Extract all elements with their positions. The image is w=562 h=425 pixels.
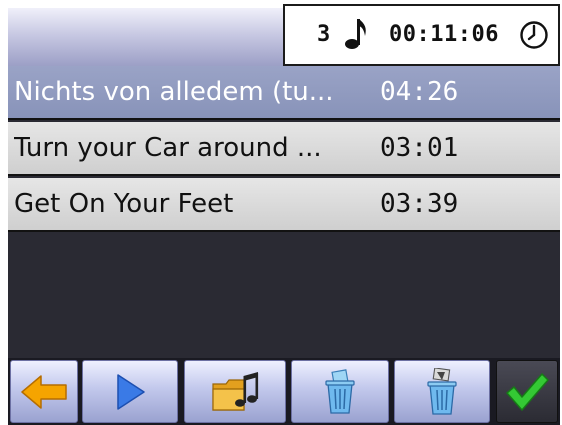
playlist: Nichts von alledem (tu... 04:26 Turn you… xyxy=(8,66,560,358)
header-bar xyxy=(8,8,283,66)
track-duration: 03:01 xyxy=(380,133,459,163)
play-button[interactable] xyxy=(82,360,178,423)
clock-icon xyxy=(520,21,548,49)
delete-all-button[interactable] xyxy=(394,360,490,423)
playlist-row-1[interactable]: Nichts von alledem (tu... 04:26 xyxy=(8,66,560,120)
trash-all-icon xyxy=(427,367,457,415)
track-title: Turn your Car around ... xyxy=(14,133,322,163)
playlist-summary: 3 00:11:06 xyxy=(283,4,560,66)
music-note-icon xyxy=(345,19,366,49)
track-title: Nichts von alledem (tu... xyxy=(14,77,334,107)
music-folder-icon xyxy=(212,371,259,411)
arrow-left-icon xyxy=(21,374,67,409)
toolbar xyxy=(8,358,560,425)
track-duration: 03:39 xyxy=(380,189,459,219)
total-duration: 00:11:06 xyxy=(389,22,499,47)
track-duration: 04:26 xyxy=(380,77,459,107)
add-music-folder-button[interactable] xyxy=(184,360,286,423)
delete-button[interactable] xyxy=(291,360,389,423)
playlist-row-2[interactable]: Turn your Car around ... 03:01 xyxy=(8,122,560,176)
track-count: 3 xyxy=(317,22,331,47)
play-icon xyxy=(117,373,145,410)
trash-icon xyxy=(325,368,355,414)
media-player-screen: 3 00:11:06 Nichts von alledem (tu... 04:… xyxy=(0,0,562,425)
confirm-button[interactable] xyxy=(496,360,558,423)
back-button[interactable] xyxy=(10,360,78,423)
playlist-row-3[interactable]: Get On Your Feet 03:39 xyxy=(8,178,560,232)
checkmark-icon xyxy=(506,372,549,411)
track-title: Get On Your Feet xyxy=(14,189,234,219)
